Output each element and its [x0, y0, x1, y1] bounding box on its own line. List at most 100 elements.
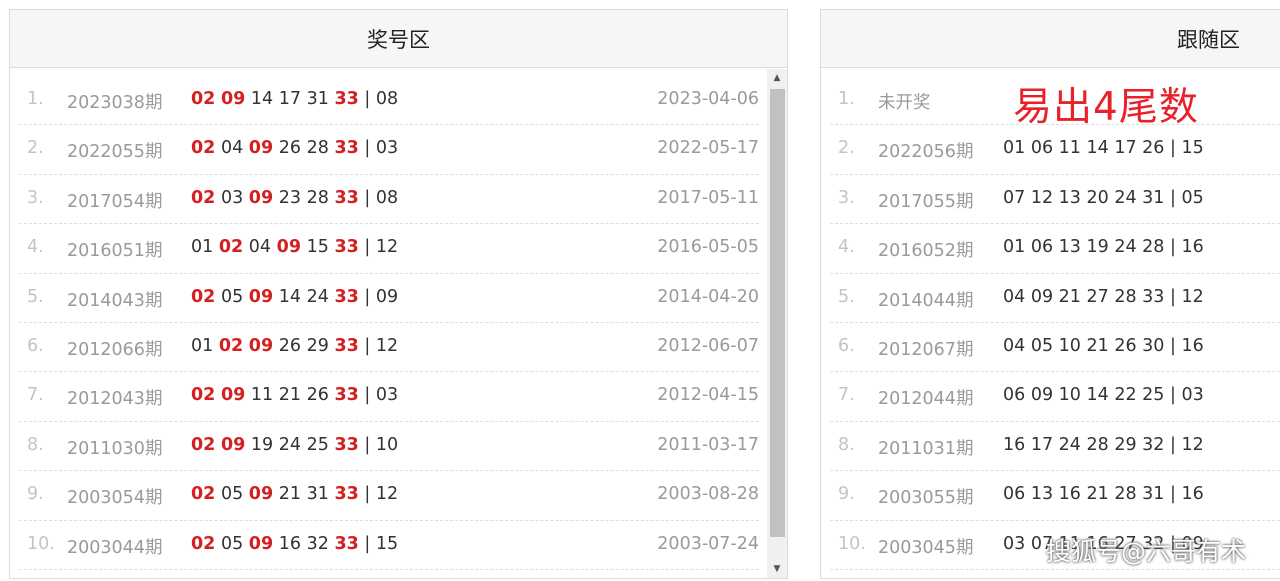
highlighted-number: 33 — [334, 484, 359, 505]
highlighted-number: 33 — [334, 434, 359, 455]
row-index: 8. — [27, 434, 44, 455]
period-number: 未开奖 — [878, 93, 931, 113]
highlighted-number: 09 — [276, 237, 302, 258]
table-row: 3. 2017055期 07 12 13 20 24 31 | 05 — [830, 175, 1280, 225]
panel-header: 奖号区 — [10, 10, 787, 68]
row-index: 5. — [27, 286, 44, 307]
number: 14 — [250, 89, 274, 109]
highlighted-number: 09 — [248, 484, 274, 505]
row-index: 5. — [838, 286, 855, 307]
number: 25 — [306, 434, 329, 455]
number: 15 — [306, 237, 329, 258]
highlighted-number: 33 — [334, 286, 359, 307]
table-row: 3. 2017054期 02 03 09 23 28 33 | 08 2017-05-… — [19, 175, 759, 225]
draw-date: 2011-03-17 — [657, 434, 759, 455]
draw-numbers: 01 06 11 14 17 26 | 15 — [1003, 138, 1204, 159]
blue-ball: 03 — [375, 385, 399, 406]
highlighted-number: 33 — [334, 89, 359, 109]
highlighted-number: 02 — [218, 335, 244, 356]
scroll-up-icon[interactable]: ▲ — [767, 69, 787, 87]
row-index: 2. — [838, 138, 855, 159]
highlighted-number: 02 — [191, 89, 216, 109]
blue-ball: 12 — [375, 237, 399, 258]
table-row: 7. 2012043期 02 09 11 21 26 33 | 03 2012-04-… — [19, 372, 759, 422]
row-index: 8. — [838, 434, 855, 455]
table-row: 9. 2003054期 02 05 09 21 31 33 | 12 2003-08-… — [19, 471, 759, 521]
highlighted-number: 33 — [334, 237, 359, 258]
period-number: 2022056期 — [878, 142, 974, 163]
number: 01 — [191, 237, 214, 258]
draw-list: 1. 2023038期 02 09 14 17 31 33 | 08 2023-04-… — [19, 76, 759, 570]
draw-date: 2022-05-17 — [657, 138, 759, 159]
row-index: 1. — [838, 89, 855, 109]
number: 29 — [306, 335, 329, 356]
blue-ball: 08 — [375, 187, 399, 208]
draw-date: 2016-05-05 — [657, 237, 759, 258]
period-number: 2022055期 — [67, 142, 163, 163]
number: 26 — [278, 138, 302, 159]
highlighted-number: 02 — [191, 385, 216, 406]
draw-date: 2012-06-07 — [657, 335, 759, 356]
draw-numbers: 04 09 21 27 28 33 | 12 — [1003, 286, 1204, 307]
scroll-thumb[interactable] — [770, 89, 785, 537]
number: 04 — [220, 138, 244, 159]
period-number: 2014043期 — [67, 290, 163, 311]
draw-numbers: 02 09 19 24 25 33 | 10 — [191, 434, 399, 455]
table-row: 2. 2022055期 02 04 09 26 28 33 | 03 2022-05-… — [19, 125, 759, 175]
panel-title: 跟随区 — [1177, 27, 1240, 52]
panel-title: 奖号区 — [367, 27, 430, 52]
scrollbar[interactable]: ▲ ▼ — [767, 69, 787, 578]
highlighted-number: 02 — [191, 187, 216, 208]
highlighted-number: 33 — [334, 385, 359, 406]
number: 21 — [278, 385, 302, 406]
annotation-text: 易出4尾数 — [1013, 85, 1199, 130]
number: 03 — [220, 187, 244, 208]
watermark: 搜狐号@六哥有术 — [1046, 537, 1247, 566]
draw-numbers: 04 05 10 21 26 30 | 16 — [1003, 335, 1204, 356]
scroll-down-icon[interactable]: ▼ — [767, 560, 787, 578]
period-number: 2014044期 — [878, 290, 974, 311]
period-number: 2012044期 — [878, 389, 974, 410]
period-number: 2003054期 — [67, 488, 163, 509]
draw-numbers: 16 17 24 28 29 32 | 12 — [1003, 434, 1204, 455]
row-index: 4. — [27, 237, 44, 258]
highlighted-number: 02 — [191, 286, 216, 307]
highlighted-number: 09 — [220, 434, 246, 455]
blue-ball: 12 — [375, 335, 399, 356]
highlighted-number: 02 — [191, 434, 216, 455]
period-number: 2003045期 — [878, 537, 974, 558]
period-number: 2003044期 — [67, 537, 163, 558]
number: 01 — [191, 335, 214, 356]
highlighted-number: 02 — [191, 484, 216, 505]
draw-numbers: 01 06 13 19 24 28 | 16 — [1003, 237, 1204, 258]
draw-date: 2017-05-11 — [657, 187, 759, 208]
draw-numbers: 01 02 09 26 29 33 | 12 — [191, 335, 399, 356]
number: 04 — [248, 237, 272, 258]
period-number: 2011030期 — [67, 438, 163, 459]
row-index: 1. — [27, 89, 44, 109]
period-number: 2016051期 — [67, 241, 163, 262]
number: 31 — [306, 484, 329, 505]
number: 21 — [278, 484, 302, 505]
draw-numbers: 02 09 11 21 26 33 | 03 — [191, 385, 399, 406]
period-number: 2012067期 — [878, 339, 974, 360]
draw-numbers: 06 13 16 21 28 31 | 16 — [1003, 484, 1204, 505]
blue-ball: 10 — [375, 434, 399, 455]
highlighted-number: 33 — [334, 187, 359, 208]
table-row: 5. 2014043期 02 05 09 14 24 33 | 09 2014-04-… — [19, 274, 759, 323]
highlighted-number: 09 — [248, 335, 274, 356]
winning-numbers-panel: 奖号区 1. 2023038期 02 09 14 17 31 33 | 08 2023… — [9, 9, 788, 579]
table-row: 9. 2003055期 06 13 16 21 28 31 | 16 — [830, 471, 1280, 521]
highlighted-number: 33 — [334, 533, 359, 554]
table-row: 7. 2012044期 06 09 10 14 22 25 | 03 — [830, 372, 1280, 422]
row-index: 3. — [27, 187, 44, 208]
table-row: 2. 2022056期 01 06 11 14 17 26 | 15 — [830, 125, 1280, 175]
draw-numbers: 07 12 13 20 24 31 | 05 — [1003, 187, 1204, 208]
number: 28 — [306, 138, 329, 159]
table-row: 5. 2014044期 04 09 21 27 28 33 | 12 — [830, 274, 1280, 323]
number: 17 — [278, 89, 302, 109]
draw-date: 2012-04-15 — [657, 385, 759, 406]
highlighted-number: 09 — [248, 187, 274, 208]
period-number: 2003055期 — [878, 488, 974, 509]
row-index: 9. — [27, 484, 44, 505]
